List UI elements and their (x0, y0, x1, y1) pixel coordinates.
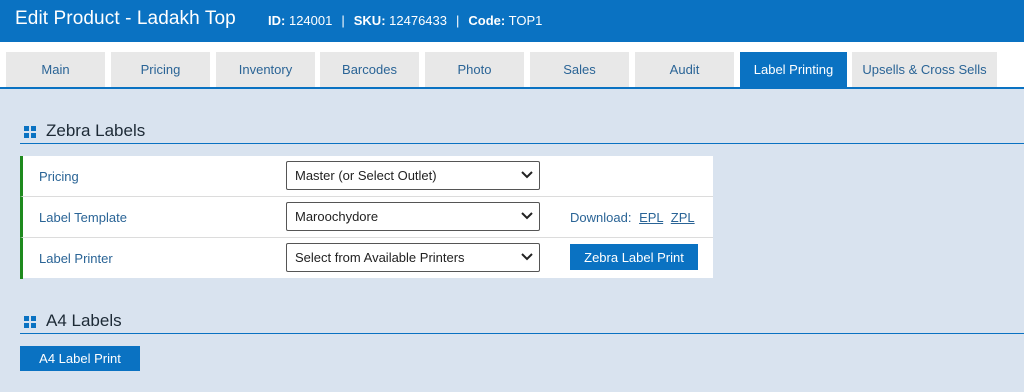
tab-pricing[interactable]: Pricing (111, 52, 210, 87)
meta-separator: | (456, 13, 460, 28)
pricing-select-value: Master (or Select Outlet) (295, 168, 437, 183)
download-epl-link[interactable]: EPL (639, 210, 663, 225)
code-label: Code: (468, 13, 506, 28)
zebra-labels-title: Zebra Labels (46, 121, 146, 140)
tab-bar: Main Pricing Inventory Barcodes Photo Sa… (0, 42, 1024, 89)
grid-icon (24, 126, 36, 138)
label-printer-label: Label Printer (39, 251, 113, 266)
tab-upsells-cross-sells[interactable]: Upsells & Cross Sells (852, 52, 997, 87)
chevron-down-icon (521, 253, 533, 261)
pricing-label: Pricing (39, 169, 79, 184)
label-template-label: Label Template (39, 210, 127, 225)
chevron-down-icon (521, 212, 533, 220)
label-printer-select-value: Select from Available Printers (295, 250, 465, 265)
download-links: Download: EPL ZPL (570, 210, 695, 225)
code-value: TOP1 (508, 13, 543, 28)
page-title: Edit Product - Ladakh Top (15, 8, 236, 29)
tab-label-printing[interactable]: Label Printing (740, 52, 847, 87)
meta-separator: | (341, 13, 345, 28)
label-printer-row: Label Printer Select from Available Prin… (20, 238, 713, 279)
download-label: Download: (570, 210, 632, 225)
sku-label: SKU: (353, 13, 386, 28)
label-template-row: Label Template Maroochydore Download: EP… (20, 197, 713, 238)
tab-barcodes[interactable]: Barcodes (320, 52, 419, 87)
zebra-labels-form: Pricing Master (or Select Outlet) Label … (20, 156, 713, 279)
grid-icon (24, 316, 36, 328)
a4-label-print-button[interactable]: A4 Label Print (20, 346, 140, 371)
zebra-label-print-button[interactable]: Zebra Label Print (570, 244, 698, 270)
label-printer-select[interactable]: Select from Available Printers (286, 243, 540, 272)
a4-labels-heading: A4 Labels (20, 310, 1024, 334)
pricing-row: Pricing Master (or Select Outlet) (20, 156, 713, 197)
tab-sales[interactable]: Sales (530, 52, 629, 87)
pricing-select[interactable]: Master (or Select Outlet) (286, 161, 540, 190)
zebra-labels-heading: Zebra Labels (20, 120, 1024, 144)
id-value: 124001 (288, 13, 333, 28)
label-template-select[interactable]: Maroochydore (286, 202, 540, 231)
tab-audit[interactable]: Audit (635, 52, 734, 87)
download-zpl-link[interactable]: ZPL (671, 210, 695, 225)
tab-photo[interactable]: Photo (425, 52, 524, 87)
chevron-down-icon (521, 171, 533, 179)
sku-value: 12476433 (389, 13, 447, 28)
tab-inventory[interactable]: Inventory (216, 52, 315, 87)
product-header: Edit Product - Ladakh Top ID: 124001 | SKU… (0, 0, 1024, 42)
tab-main[interactable]: Main (6, 52, 105, 87)
product-meta: ID: 124001 | SKU: 12476433 | Code: TOP1 (268, 13, 542, 28)
a4-labels-title: A4 Labels (46, 311, 122, 330)
id-label: ID: (268, 13, 286, 28)
label-template-select-value: Maroochydore (295, 209, 379, 224)
